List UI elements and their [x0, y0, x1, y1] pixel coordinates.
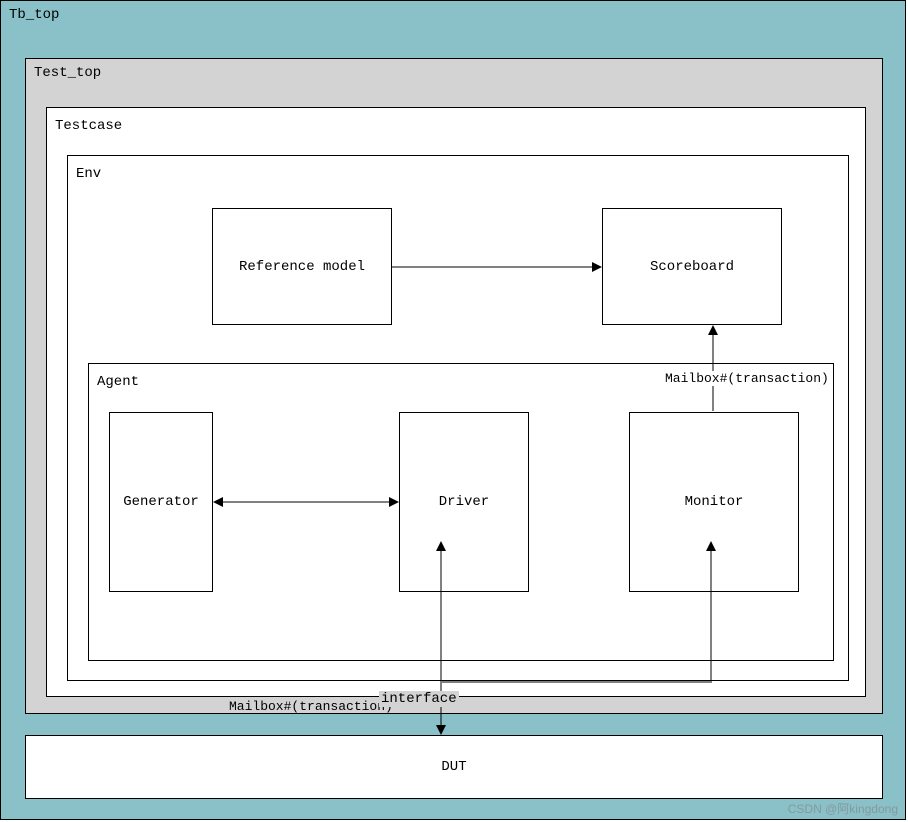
agent-label: Agent: [97, 374, 139, 390]
tb-top-label: Tb_top: [9, 7, 59, 23]
scoreboard-block: Scoreboard: [602, 208, 782, 325]
dut-text: DUT: [441, 759, 466, 775]
arrow-refmodel-scoreboard: [392, 266, 602, 268]
watermark-text: CSDN @阿kingdong: [788, 800, 898, 817]
testcase-label: Testcase: [55, 118, 122, 134]
test-top-label: Test_top: [34, 65, 101, 81]
mailbox-gen-driver-label: Mailbox#(transaction): [229, 699, 393, 714]
reference-model-block: Reference model: [212, 208, 392, 325]
env-container: Env Reference model Scoreboard Agent Gen…: [67, 155, 849, 681]
arrow-generator-driver: [213, 492, 399, 512]
driver-block: Driver: [399, 412, 529, 592]
reference-model-text: Reference model: [239, 259, 365, 275]
mailbox-monitor-scoreboard-label: Mailbox#(transaction): [663, 371, 831, 386]
driver-text: Driver: [439, 494, 489, 510]
interface-label: interface: [379, 691, 459, 707]
tb-top-container: Tb_top Test_top Testcase Env Reference m…: [0, 0, 906, 820]
test-top-container: Test_top Testcase Env Reference model Sc…: [25, 58, 883, 714]
testcase-container: Testcase Env Reference model Scoreboard …: [46, 107, 866, 697]
generator-block: Generator: [109, 412, 213, 592]
monitor-block: Monitor: [629, 412, 799, 592]
scoreboard-text: Scoreboard: [650, 259, 734, 275]
env-label: Env: [76, 166, 101, 182]
agent-container: Agent Generator Driver Monitor: [88, 363, 834, 661]
monitor-text: Monitor: [685, 494, 744, 510]
generator-text: Generator: [123, 494, 199, 510]
dut-block: DUT: [25, 735, 883, 799]
